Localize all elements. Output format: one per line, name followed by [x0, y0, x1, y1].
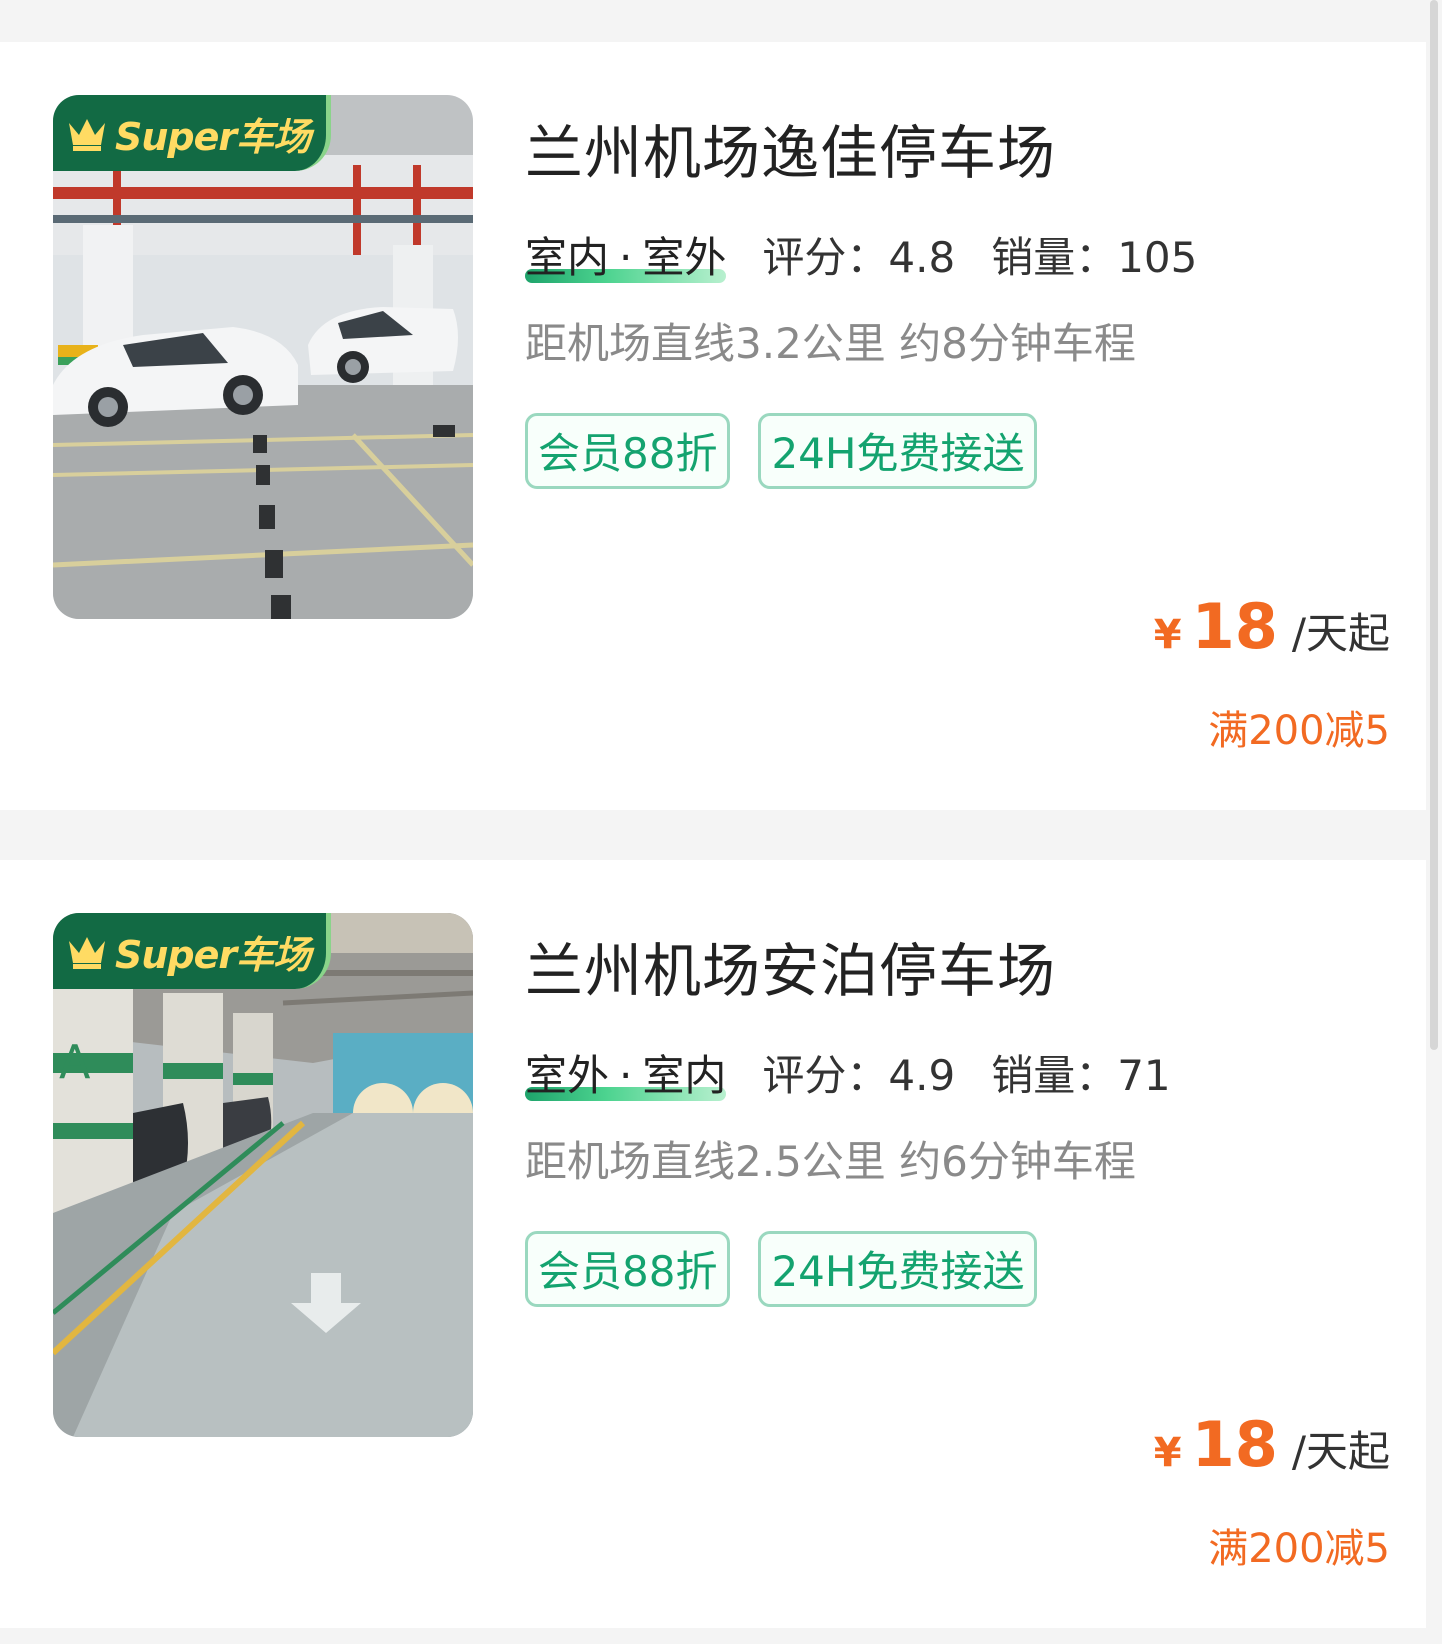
parking-photo-image: [53, 95, 473, 619]
type-secondary: 室外: [642, 233, 727, 282]
crown-icon: [69, 119, 105, 151]
tag-member-discount: 会员88折: [525, 1231, 731, 1307]
parking-info: 兰州机场安泊停车场 室外 · 室内 评分：4.9 销量：71 距机场直线2.5公里 …: [525, 860, 1390, 1628]
parking-type: 室外 · 室内: [525, 1042, 727, 1103]
currency-symbol: ¥: [1153, 612, 1182, 658]
parking-name[interactable]: 兰州机场安泊停车场: [525, 924, 1056, 1008]
sales-count: 销量：105: [991, 233, 1198, 282]
discount-offer: 满200减5: [1208, 708, 1390, 754]
parking-name[interactable]: 兰州机场逸佳停车场: [525, 106, 1056, 190]
parking-photo-image: A: [53, 913, 473, 1437]
super-parking-badge: Super车场: [53, 913, 331, 989]
parking-card[interactable]: A Super车场 兰州机场安泊停车场 室外 · 室内 评分：4.9 销量：71…: [0, 860, 1426, 1628]
parking-list: Super车场 兰州机场逸佳停车场 室内 · 室外 评分：4.8 销量：105 距机…: [0, 0, 1426, 1644]
parking-photo[interactable]: Super车场: [53, 95, 473, 619]
currency-symbol: ¥: [1153, 1430, 1182, 1476]
discount-offer: 满200减5: [1208, 1526, 1390, 1572]
rating: 评分：4.8: [762, 233, 956, 282]
price: ¥ 18 /天起: [1154, 1408, 1390, 1481]
type-primary: 室外: [525, 1051, 610, 1100]
type-primary: 室内: [525, 233, 610, 282]
tag-list: 会员88折 24H免费接送: [525, 413, 1038, 489]
price-amount: 18: [1191, 590, 1278, 663]
parking-photo[interactable]: A Super车场: [53, 913, 473, 1437]
badge-label: Super车场: [115, 114, 311, 159]
type-separator: ·: [619, 233, 633, 282]
scrollbar[interactable]: [1430, 0, 1438, 1050]
tag-member-discount: 会员88折: [525, 413, 731, 489]
type-separator: ·: [619, 1051, 633, 1100]
price: ¥ 18 /天起: [1154, 590, 1390, 663]
badge-label: Super车场: [115, 932, 311, 977]
parking-type: 室内 · 室外: [525, 224, 727, 285]
parking-info: 兰州机场逸佳停车场 室内 · 室外 评分：4.8 销量：105 距机场直线3.2公里…: [525, 42, 1390, 810]
type-secondary: 室内: [642, 1051, 727, 1100]
parking-card[interactable]: Super车场 兰州机场逸佳停车场 室内 · 室外 评分：4.8 销量：105 距机…: [0, 42, 1426, 810]
sales-count: 销量：71: [991, 1051, 1171, 1100]
crown-icon: [69, 937, 105, 969]
tag-shuttle: 24H免费接送: [758, 1231, 1038, 1307]
parking-meta: 室外 · 室内 评分：4.9 销量：71: [525, 1042, 1171, 1103]
price-unit: /天起: [1291, 1427, 1390, 1476]
tag-shuttle: 24H免费接送: [758, 413, 1038, 489]
price-amount: 18: [1191, 1408, 1278, 1481]
super-parking-badge: Super车场: [53, 95, 331, 171]
distance-info: 距机场直线2.5公里 约6分钟车程: [525, 1137, 1136, 1186]
parking-meta: 室内 · 室外 评分：4.8 销量：105: [525, 224, 1197, 285]
distance-info: 距机场直线3.2公里 约8分钟车程: [525, 319, 1136, 368]
price-unit: /天起: [1291, 609, 1390, 658]
rating: 评分：4.9: [762, 1051, 956, 1100]
svg-text:A: A: [59, 1035, 91, 1089]
tag-list: 会员88折 24H免费接送: [525, 1231, 1038, 1307]
